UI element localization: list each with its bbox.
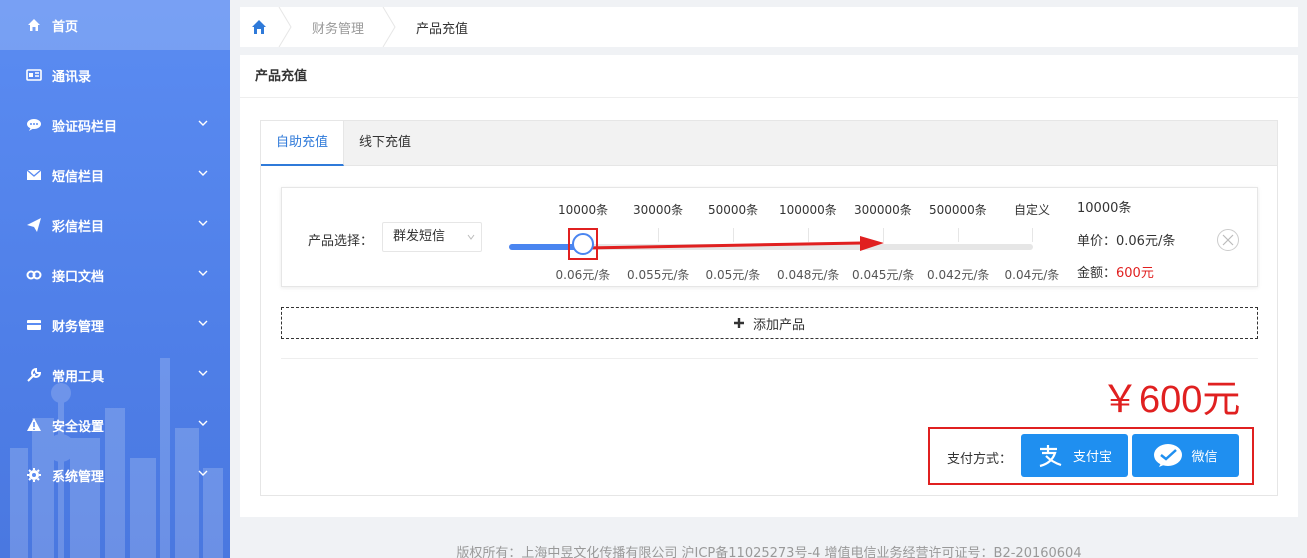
sidebar-item-8[interactable]: 安全设置 — [0, 400, 230, 450]
sidebar-item-6[interactable]: 财务管理 — [0, 300, 230, 350]
close-icon — [1222, 234, 1234, 246]
sidebar-item-2[interactable]: 验证码栏目 — [0, 100, 230, 150]
slider-price-label: 0.048元/条 — [777, 268, 840, 282]
slider-price-label: 0.042元/条 — [927, 268, 990, 282]
slider-quantity-label[interactable]: 500000条 — [929, 201, 987, 218]
wechat-icon — [1154, 443, 1183, 467]
breadcrumb-separator — [382, 7, 396, 47]
page-title: 产品充值 — [240, 55, 1298, 98]
gear-icon — [26, 467, 42, 483]
chevron-down-icon — [467, 234, 475, 240]
add-product-button[interactable]: 添加产品 — [281, 307, 1258, 339]
chevron-down-icon — [198, 470, 208, 476]
home-breadcrumb-link[interactable] — [240, 7, 278, 47]
payment-label: 支付方式： — [947, 452, 1013, 467]
sidebar-item-3[interactable]: 短信栏目 — [0, 150, 230, 200]
sidebar-item-label: 首页 — [52, 19, 79, 35]
total-amount: ￥600元 — [1101, 379, 1241, 421]
breadcrumb-current: 产品充值 — [416, 21, 469, 37]
red-arrow-annotation — [583, 236, 884, 251]
selected-quantity: 10000条 — [1077, 201, 1132, 216]
sidebar-item-label: 财务管理 — [52, 319, 105, 335]
sidebar-item-label: 通讯录 — [52, 69, 92, 85]
amount-label: 金额： — [1077, 266, 1117, 281]
slider-price-label: 0.055元/条 — [627, 268, 690, 282]
sidebar: 首页通讯录验证码栏目短信栏目彩信栏目接口文档财务管理常用工具安全设置系统管理 — [0, 0, 230, 558]
chevron-down-icon — [198, 320, 208, 326]
alipay-icon — [1039, 444, 1062, 467]
amount-line: 金额：600元 — [1077, 262, 1154, 281]
send-icon — [26, 217, 42, 233]
mail-icon — [26, 167, 42, 183]
slider-quantity-label[interactable]: 50000条 — [708, 201, 758, 218]
wechat-pay-button[interactable]: 微信 — [1132, 434, 1239, 477]
chevron-down-icon — [198, 120, 208, 126]
sidebar-item-label: 验证码栏目 — [52, 119, 118, 135]
footer-copyright: 版权所有：上海中昱文化传播有限公司 沪ICP备11025273号-4 增值电信业… — [456, 546, 1082, 558]
slider-price-label: 0.05元/条 — [705, 268, 761, 282]
chevron-down-icon — [198, 220, 208, 226]
slider-quantity-label[interactable]: 300000条 — [854, 201, 912, 218]
plus-icon — [733, 318, 744, 328]
product-card: 产品选择： 群发短信 10000条 0.06元/条 30000条 0.055元/条 50… — [281, 187, 1258, 287]
unit-price: 单价：0.06元/条 — [1077, 234, 1176, 249]
breadcrumb: 财务管理 产品充值 — [240, 7, 1298, 47]
payment-methods: 支付方式： 支付宝 微信 — [928, 427, 1254, 485]
alipay-button[interactable]: 支付宝 — [1021, 434, 1128, 477]
home-icon — [252, 20, 266, 34]
product-select-label: 产品选择： — [308, 234, 374, 249]
tab-header: 自助充值 线下充值 — [261, 121, 1277, 166]
wrench-icon — [26, 367, 42, 383]
sidebar-item-5[interactable]: 接口文档 — [0, 250, 230, 300]
tab-self-recharge[interactable]: 自助充值 — [261, 121, 345, 166]
breadcrumb-separator — [278, 7, 292, 47]
link-icon — [26, 267, 42, 283]
slider-price-label: 0.045元/条 — [852, 268, 915, 282]
slider-quantity-label[interactable]: 100000条 — [779, 201, 837, 218]
chat-icon — [26, 117, 42, 133]
recharge-panel: 产品充值 自助充值 线下充值 产品选择： 群发短信 10000条 0.06元/条 3… — [240, 55, 1298, 517]
sidebar-item-0[interactable]: 首页 — [0, 0, 230, 50]
slider-tick — [958, 228, 959, 242]
slider-price-label: 0.06元/条 — [555, 268, 611, 282]
chevron-down-icon — [198, 270, 208, 276]
sidebar-item-9[interactable]: 系统管理 — [0, 450, 230, 500]
chevron-down-icon — [198, 420, 208, 426]
sidebar-item-label: 接口文档 — [52, 269, 105, 285]
sidebar-item-label: 安全设置 — [52, 419, 105, 435]
sidebar-item-1[interactable]: 通讯录 — [0, 50, 230, 100]
slider-quantity-label[interactable]: 自定义 — [1014, 201, 1050, 218]
slider-quantity-label[interactable]: 30000条 — [633, 201, 683, 218]
chevron-down-icon — [198, 170, 208, 176]
slider-tick — [1032, 228, 1033, 242]
sidebar-item-7[interactable]: 常用工具 — [0, 350, 230, 400]
breadcrumb-parent[interactable]: 财务管理 — [292, 7, 382, 47]
chevron-down-icon — [198, 370, 208, 376]
home-icon — [26, 17, 42, 33]
slider-quantity-label[interactable]: 10000条 — [558, 201, 608, 218]
amount-value: 600元 — [1116, 266, 1154, 281]
slider-price-label: 0.04元/条 — [1004, 268, 1060, 282]
slider-handle[interactable] — [572, 233, 594, 255]
divider — [281, 358, 1258, 359]
sidebar-item-label: 短信栏目 — [52, 169, 105, 185]
alipay-label: 支付宝 — [1072, 450, 1112, 465]
wechat-label: 微信 — [1191, 450, 1218, 465]
card-icon — [26, 317, 42, 333]
add-product-label: 添加产品 — [752, 317, 805, 333]
sidebar-item-label: 系统管理 — [52, 469, 105, 485]
sidebar-item-label: 常用工具 — [52, 369, 105, 385]
product-select-value: 群发短信 — [393, 229, 446, 244]
sidebar-item-4[interactable]: 彩信栏目 — [0, 200, 230, 250]
recharge-tabs: 自助充值 线下充值 产品选择： 群发短信 10000条 0.06元/条 30000条… — [260, 120, 1278, 496]
warning-icon — [26, 417, 42, 433]
remove-product-button[interactable] — [1217, 229, 1239, 251]
sidebar-item-label: 彩信栏目 — [52, 219, 105, 235]
tab-offline-recharge[interactable]: 线下充值 — [344, 121, 426, 166]
product-select[interactable]: 群发短信 — [382, 222, 482, 252]
contacts-icon — [26, 67, 42, 83]
